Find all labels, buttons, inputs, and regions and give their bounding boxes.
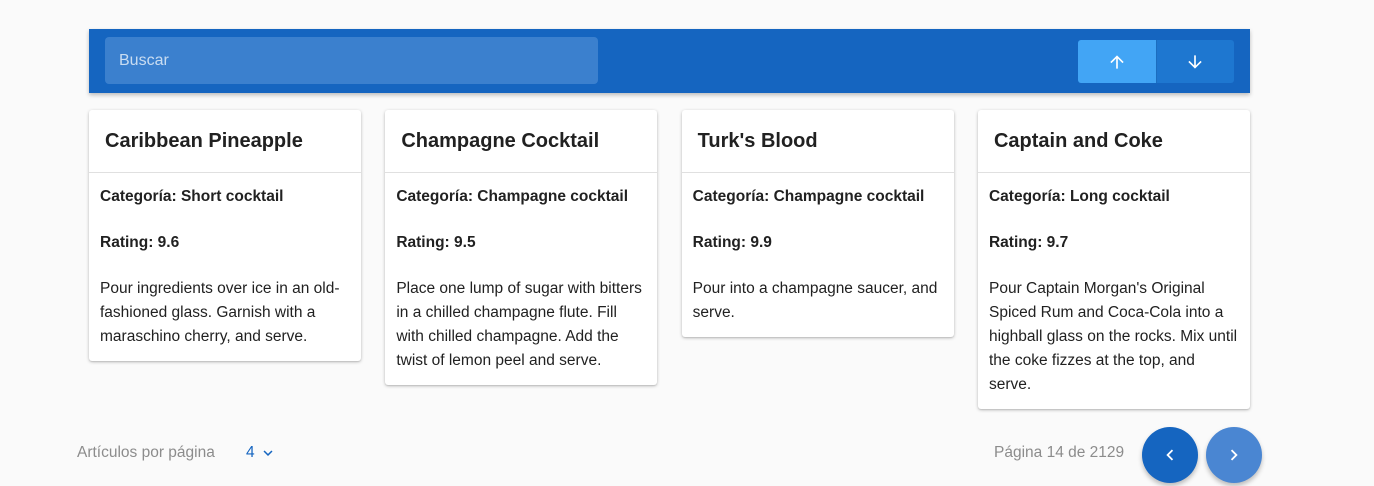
cocktail-card: Champagne Cocktail Categoría: Champagne …: [385, 110, 658, 385]
arrow-up-icon: [1110, 54, 1124, 69]
card-rating: Rating: 9.5: [396, 234, 476, 251]
card-description: Pour into a champagne saucer, and serve.: [692, 280, 938, 321]
cocktail-card: Caribbean Pineapple Categoría: Short coc…: [89, 110, 361, 361]
card-rating: Rating: 9.9: [692, 234, 772, 251]
sort-descending-button[interactable]: [1155, 40, 1234, 83]
arrow-down-icon: [1188, 54, 1202, 69]
page-info: Página 14 de 2129: [994, 444, 1125, 461]
card-body: Categoría: Short cocktail Rating: 9.6 Po…: [89, 173, 361, 361]
card-body: Categoría: Champagne cocktail Rating: 9.…: [385, 173, 657, 385]
search-input[interactable]: [117, 50, 598, 71]
card-description: Pour Captain Morgan's Original Spiced Ru…: [988, 280, 1238, 393]
items-per-page-label: Artículos por página: [77, 444, 215, 461]
toolbar: [89, 29, 1250, 93]
next-page-button[interactable]: [1206, 427, 1262, 483]
sort-ascending-button[interactable]: [1078, 40, 1156, 83]
card-rating: Rating: 9.6: [100, 234, 180, 251]
card-rating: Rating: 9.7: [988, 234, 1069, 251]
card-category: Categoría: Short cocktail: [100, 188, 284, 205]
previous-page-button[interactable]: [1142, 427, 1198, 483]
card-title: Caribbean Pineapple: [89, 110, 361, 173]
chevron-left-icon: [1166, 449, 1174, 461]
chevron-down-icon: [263, 450, 273, 456]
card-body: Categoría: Long cocktail Rating: 9.7 Pou…: [978, 173, 1250, 409]
search-box[interactable]: [105, 37, 598, 84]
card-title: Turk's Blood: [681, 110, 954, 173]
card-title: Champagne Cocktail: [385, 110, 658, 173]
items-per-page-select[interactable]: 4: [246, 444, 277, 462]
card-category: Categoría: Long cocktail: [988, 188, 1170, 205]
card-category: Categoría: Champagne cocktail: [396, 188, 629, 205]
items-per-page-value: 4: [246, 444, 255, 461]
card-title: Captain and Coke: [977, 110, 1250, 173]
chevron-right-icon: [1230, 449, 1238, 461]
sort-button-group: [1078, 40, 1234, 83]
cocktail-card-list: Caribbean Pineapple Categoría: Short coc…: [89, 110, 1250, 409]
cocktail-card: Captain and Coke Categoría: Long cocktai…: [977, 110, 1250, 409]
card-description: Pour ingredients over ice in an old-fash…: [100, 280, 340, 345]
card-body: Categoría: Champagne cocktail Rating: 9.…: [682, 173, 954, 337]
card-category: Categoría: Champagne cocktail: [692, 188, 925, 205]
card-description: Place one lump of sugar with bitters in …: [396, 280, 642, 369]
cocktail-card: Turk's Blood Categoría: Champagne cockta…: [681, 110, 954, 337]
